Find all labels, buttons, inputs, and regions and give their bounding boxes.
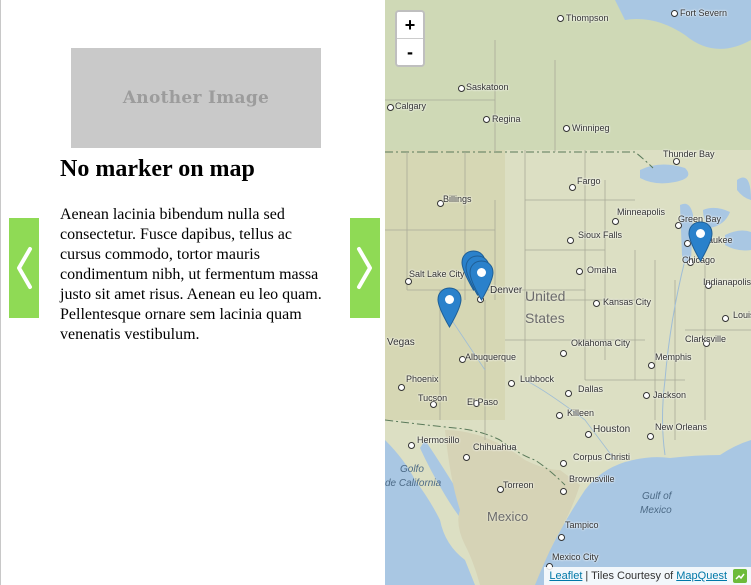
map-attribution: Leaflet | Tiles Courtesy of MapQuest: [544, 567, 751, 585]
mapquest-link[interactable]: MapQuest: [676, 570, 727, 582]
city-dot: [408, 442, 415, 449]
city-dot: [560, 350, 567, 357]
attribution-text: | Tiles Courtesy of: [585, 570, 674, 582]
city-dot: [565, 390, 572, 397]
zoom-out-button[interactable]: -: [397, 39, 423, 65]
region-label: Mexico: [487, 509, 529, 524]
map-marker-icon[interactable]: [688, 221, 713, 262]
city-label: Lubbock: [520, 374, 555, 384]
chevron-right-icon: [357, 247, 372, 289]
sea-label: Golfo: [400, 464, 424, 475]
city-dot: [557, 15, 564, 22]
city-label: Mexico City: [552, 552, 599, 562]
city-label: Dallas: [578, 384, 604, 394]
city-dot: [673, 158, 680, 165]
city-dot: [671, 10, 678, 17]
city-dot: [556, 412, 563, 419]
city-label: Kansas City: [603, 297, 652, 307]
city-dot: [569, 184, 576, 191]
city-label: Clarksville: [685, 334, 727, 344]
city-dot: [558, 534, 565, 541]
city-dot: [648, 362, 655, 369]
city-label: Saskatoon: [466, 82, 509, 92]
city-dot: [458, 85, 465, 92]
map-marker-icon[interactable]: [437, 287, 462, 328]
city-label: Thunder Bay: [663, 149, 715, 159]
city-label: Indianapolis: [703, 277, 751, 287]
city-label: Oklahoma City: [571, 338, 631, 348]
city-label: Thompson: [566, 13, 609, 23]
city-label: Torreon: [503, 480, 534, 490]
city-label: Billings: [443, 194, 472, 204]
sea-label: de California: [385, 478, 442, 489]
city-label: El Paso: [467, 397, 499, 407]
city-label: Hermosillo: [417, 435, 460, 445]
city-dot: [643, 392, 650, 399]
mapquest-logo-icon: [733, 569, 747, 583]
city-dot: [612, 218, 619, 225]
city-label: Calgary: [395, 101, 427, 111]
city-label: Denver: [490, 285, 523, 296]
panel-body-text: Aenean lacinia bibendum nulla sed consec…: [60, 206, 322, 343]
city-label: Fargo: [577, 176, 601, 186]
region-label: States: [525, 310, 565, 326]
city-label: Houston: [593, 424, 631, 435]
region-label: United: [525, 288, 566, 304]
map-marker-icon[interactable]: [469, 260, 494, 301]
city-dot: [585, 431, 592, 438]
leaflet-link[interactable]: Leaflet: [549, 570, 582, 582]
city-label: New Orleans: [655, 422, 708, 432]
city-label: Salt Lake City: [409, 269, 465, 279]
city-dot: [483, 116, 490, 123]
city-label: Killeen: [567, 408, 595, 418]
city-label: Fort Severn: [680, 8, 728, 18]
sea-label: Gulf of: [642, 491, 672, 502]
city-label: Jackson: [653, 390, 687, 400]
city-label: Minneapolis: [617, 207, 666, 217]
prev-slide-button[interactable]: [9, 218, 39, 318]
city-dot: [398, 384, 405, 391]
city-dot: [560, 488, 567, 495]
city-dot: [576, 268, 583, 275]
next-slide-button[interactable]: [350, 218, 380, 318]
map-view[interactable]: + - United States Mexico Golfo de Califo…: [385, 0, 751, 585]
city-label: Corpus Christi: [573, 452, 631, 462]
city-label: Winnipeg: [572, 123, 610, 133]
content-panel: Another Image No marker on map Aenean la…: [0, 0, 385, 585]
city-dot: [567, 237, 574, 244]
image-placeholder-text: Another Image: [122, 88, 270, 108]
city-dot: [560, 460, 567, 467]
city-label: Tampico: [565, 520, 599, 530]
zoom-in-button[interactable]: +: [397, 12, 423, 39]
city-dot: [722, 315, 729, 322]
city-label: Sioux Falls: [578, 230, 623, 240]
city-label: Vegas: [387, 337, 415, 348]
city-label: Louisville: [733, 310, 751, 320]
city-dot: [405, 278, 412, 285]
city-label: Brownsville: [569, 474, 615, 484]
city-label: Albuquerque: [465, 352, 517, 362]
city-label: Omaha: [587, 265, 617, 275]
city-label: Phoenix: [406, 374, 439, 384]
sea-label: Mexico: [640, 505, 672, 516]
panel-title: No marker on map: [60, 156, 255, 182]
city-dot: [563, 125, 570, 132]
city-dot: [647, 433, 654, 440]
chevron-left-icon: [17, 247, 32, 289]
city-dot: [593, 300, 600, 307]
city-label: Tucson: [418, 393, 448, 403]
city-label: Memphis: [655, 352, 692, 362]
city-label: Regina: [492, 114, 521, 124]
image-placeholder: Another Image: [71, 48, 321, 148]
zoom-control: + -: [395, 10, 425, 67]
city-label: Chihuahua: [473, 442, 517, 452]
city-dot: [463, 454, 470, 461]
city-dot: [508, 380, 515, 387]
